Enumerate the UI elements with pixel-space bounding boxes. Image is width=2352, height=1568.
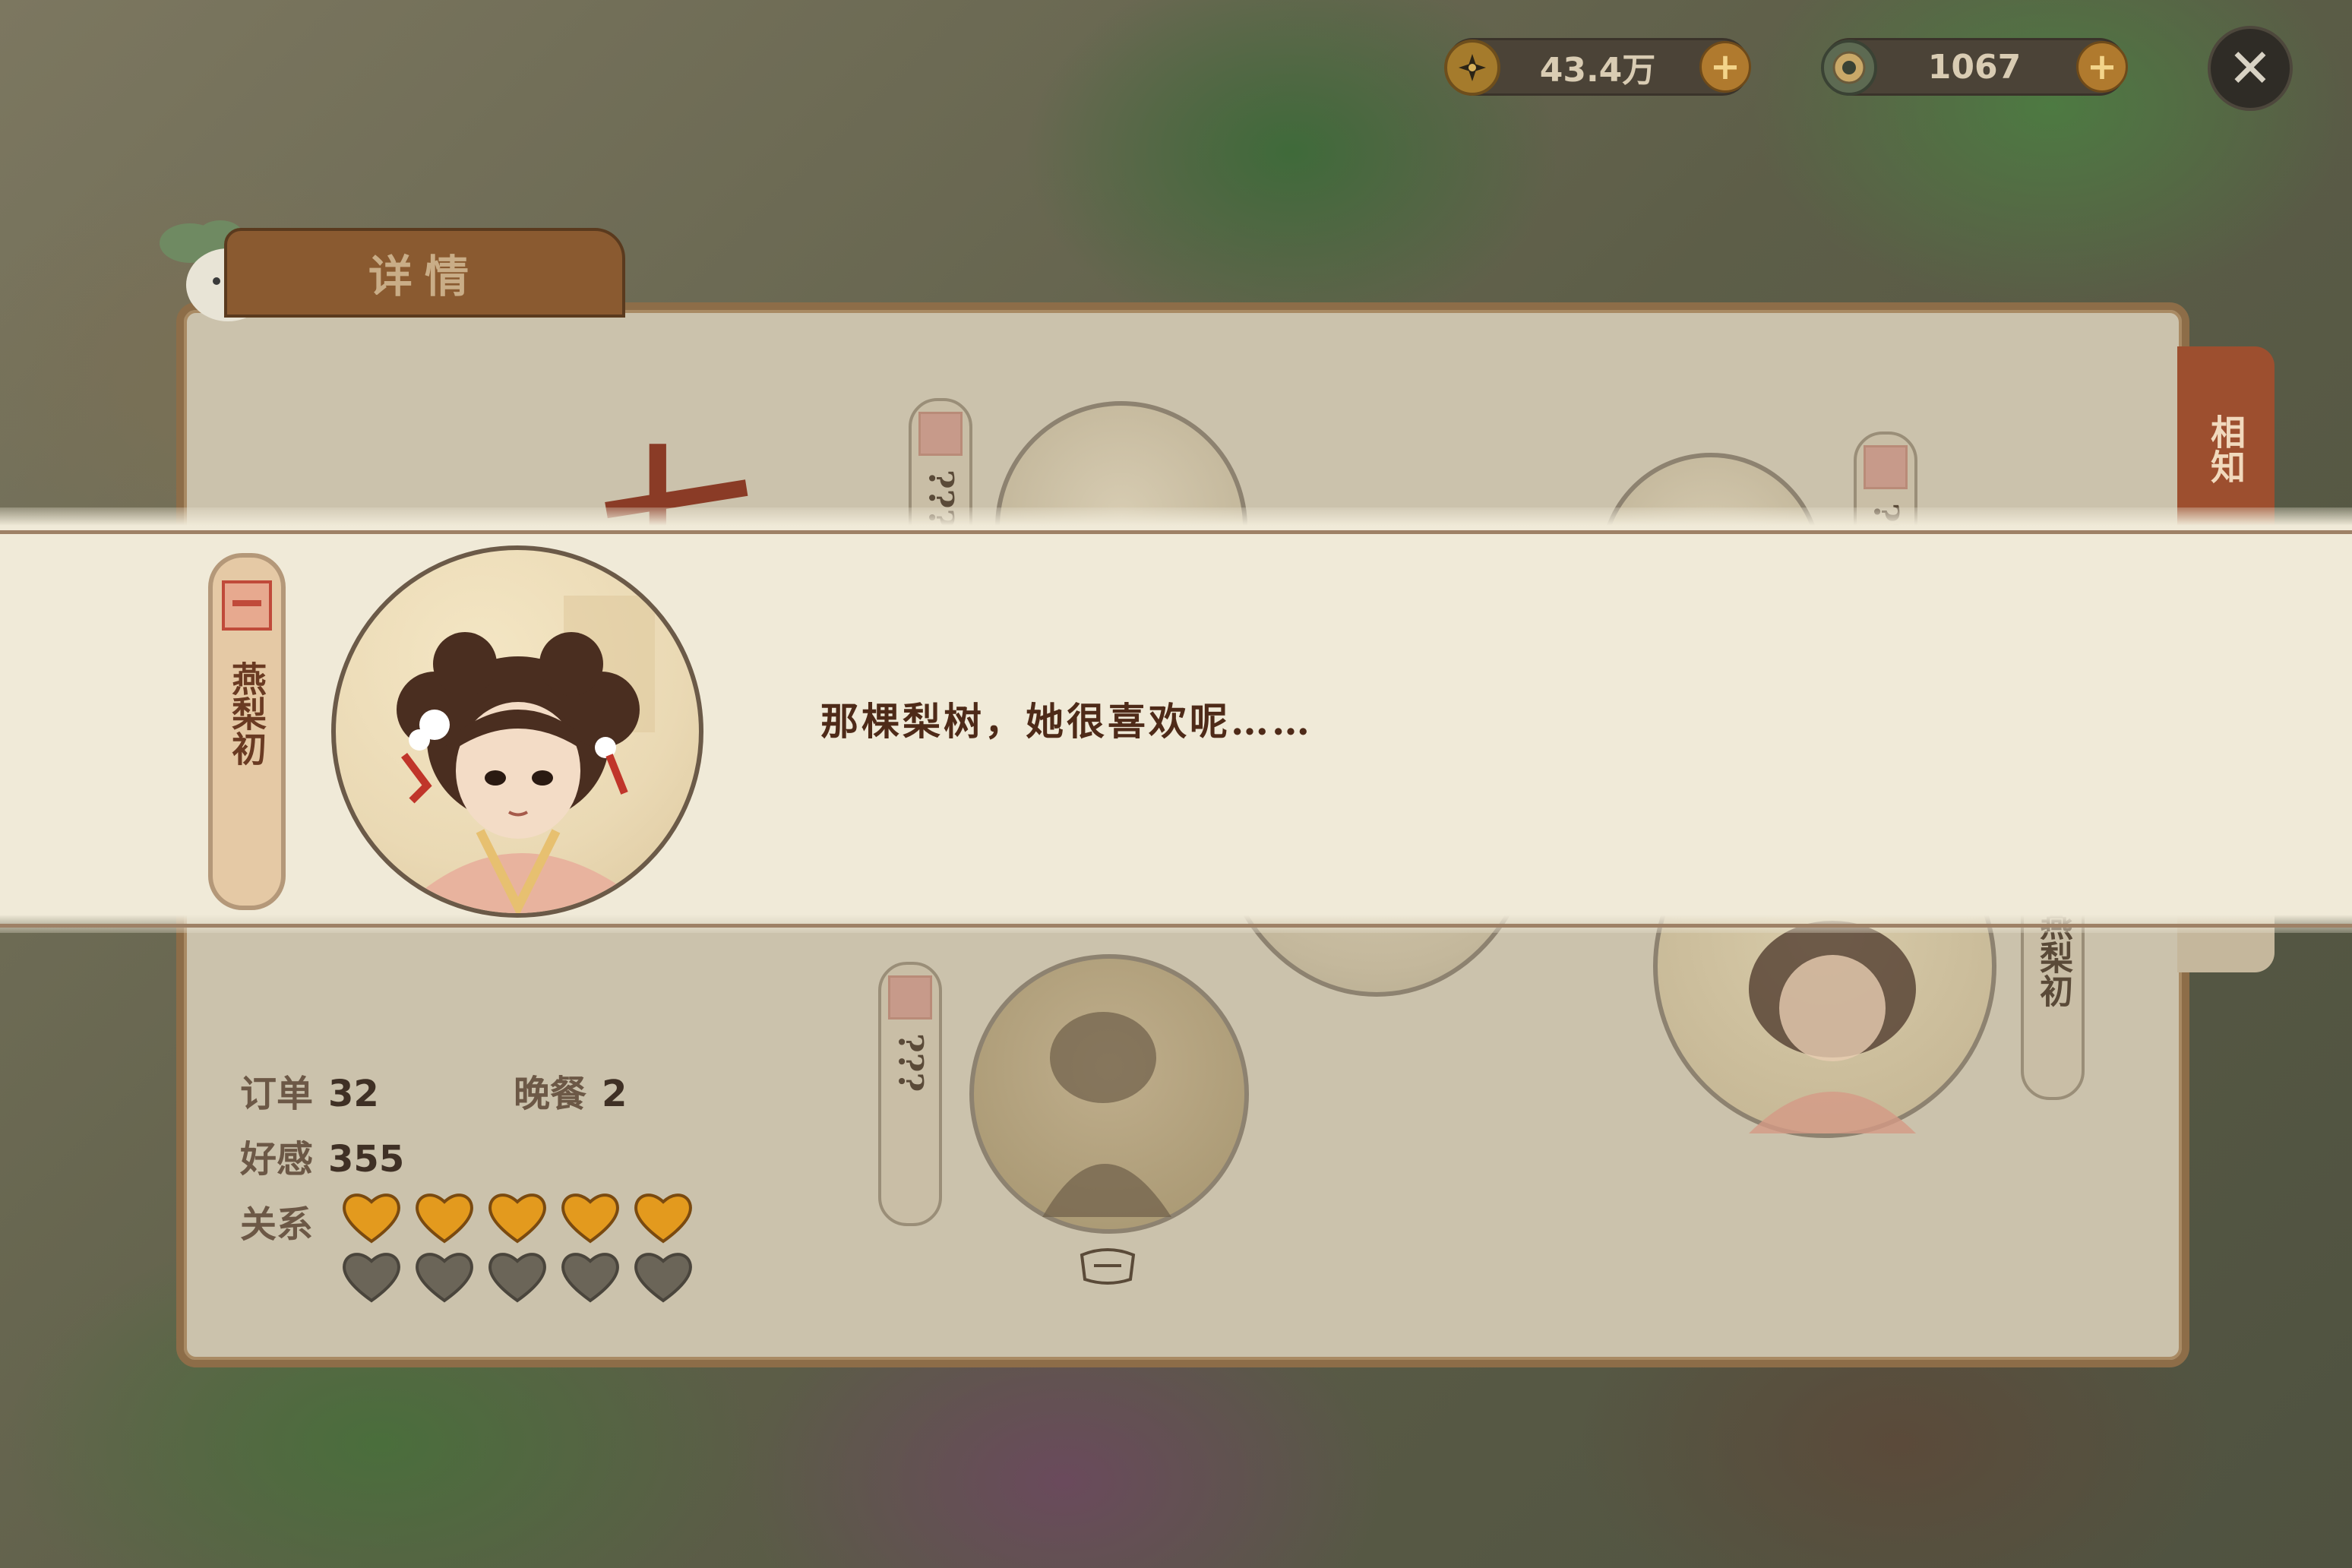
orders-value: 32 [328,1073,379,1115]
close-icon: ✕ [2227,37,2273,100]
heart-filled-icon [343,1193,400,1244]
locked-name-scroll: ??? [878,962,942,1226]
orders-label: 订单 [240,1073,314,1115]
heart-filled-icon [561,1193,619,1244]
add-gold-button[interactable]: + [1699,41,1751,93]
dinner-value: 2 [602,1073,628,1115]
speaker-name: 燕梨初 [226,661,267,766]
dialog-text: 那棵梨树，她很喜欢呢…… [820,699,1313,744]
hearts-row-empty [340,1249,694,1304]
gold-compass-icon [1444,40,1500,96]
hearts-row-filled [340,1190,694,1244]
heart-empty-icon [561,1253,619,1303]
unknown-name: ??? [890,1033,930,1092]
girl-portrait-icon [397,596,655,913]
favor-label: 好感 [240,1138,314,1181]
orders-stat: 订单 32 [240,1064,379,1117]
heart-filled-icon [634,1193,692,1244]
heart-filled-icon [488,1193,546,1244]
banner-bottom-border [0,924,2352,928]
heart-empty-icon [343,1253,400,1303]
coin-currency-bar: 1067 + [1821,38,2128,96]
speaker-name-scroll: 燕梨初 [208,553,286,910]
copper-coin-icon [1821,40,1877,96]
seal-icon [222,580,272,631]
favor-value: 355 [328,1138,405,1181]
relation-stat: 关系 [240,1194,313,1247]
heart-empty-icon [488,1253,546,1303]
gold-currency-bar: 43.4万 + [1444,38,1751,96]
close-button[interactable]: ✕ [2208,26,2293,111]
add-coin-button[interactable]: + [2076,41,2128,93]
tab-details[interactable]: 详情 [224,228,625,318]
dinner-label: 晚餐 [514,1073,587,1115]
favor-stat: 好感 355 [240,1129,404,1182]
side-tab-label: 相知 [2205,414,2246,484]
scroll-ribbon-icon[interactable] [1077,1243,1138,1288]
character-slot-locked[interactable] [969,954,1249,1234]
relation-label: 关系 [240,1203,314,1246]
banner-top-border [0,530,2352,534]
silhouette-icon [1042,1012,1171,1217]
heart-empty-icon [416,1253,473,1303]
dinner-stat: 晚餐 2 [514,1064,627,1117]
speaker-portrait [331,545,703,918]
heart-empty-icon [634,1253,692,1303]
heart-filled-icon [416,1193,473,1244]
